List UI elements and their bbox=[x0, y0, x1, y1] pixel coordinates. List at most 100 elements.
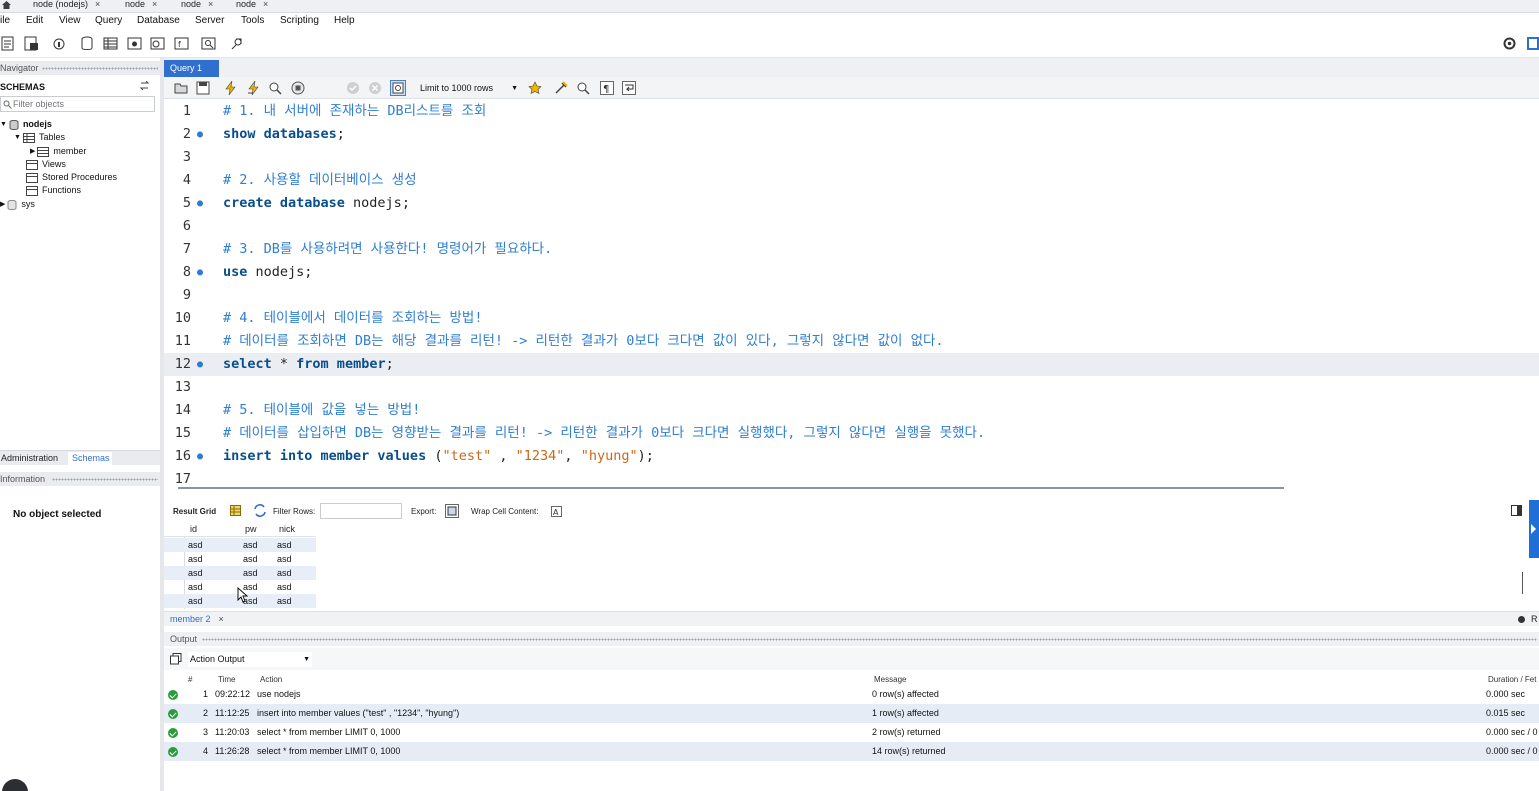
table-row[interactable]: asd asd asd bbox=[164, 566, 316, 580]
code-line[interactable]: 14 # 5. 테이블에 값을 넣는 방법! bbox=[164, 399, 1539, 422]
stop-icon[interactable] bbox=[291, 81, 305, 95]
filter-objects-field[interactable] bbox=[0, 96, 155, 112]
close-icon[interactable]: × bbox=[219, 614, 224, 624]
bookmark-icon[interactable] bbox=[528, 81, 542, 95]
output-row[interactable]: 4 11:26:28 select * from member LIMIT 0, 1… bbox=[164, 742, 1539, 761]
grid-column-header[interactable]: id bbox=[190, 521, 197, 537]
tree-schema-nodejs[interactable]: ▼ nodejs bbox=[0, 118, 52, 131]
tree-table-member[interactable]: ▶ member bbox=[30, 145, 86, 158]
menu-tools[interactable]: Tools bbox=[241, 15, 264, 26]
connection-tab[interactable]: node × bbox=[181, 0, 213, 13]
grid-column-header[interactable]: nick bbox=[279, 521, 295, 537]
limit-rows-select[interactable]: Limit to 1000 rows ▼ bbox=[418, 81, 521, 96]
view-icon[interactable] bbox=[127, 36, 142, 51]
code-line[interactable]: 11 # 데이터를 조회하면 DB는 해당 결과를 리턴! -> 리턴한 결과가 … bbox=[164, 330, 1539, 353]
grid-cell[interactable]: asd bbox=[277, 552, 292, 566]
grid-cell[interactable]: asd bbox=[243, 538, 258, 552]
menu-help[interactable]: Help bbox=[334, 15, 355, 26]
open-file-icon[interactable] bbox=[174, 81, 188, 95]
result-panel-toggle-icon[interactable] bbox=[1511, 505, 1522, 516]
schema-icon[interactable] bbox=[80, 36, 95, 51]
code-line[interactable]: 3 bbox=[164, 146, 1539, 169]
grid-cell[interactable]: asd bbox=[188, 594, 203, 608]
code-line[interactable]: 1 # 1. 내 서버에 존재하는 DB리스트를 조회 bbox=[164, 100, 1539, 123]
grid-cell[interactable]: asd bbox=[243, 566, 258, 580]
result-vertical-scrollbar[interactable] bbox=[1515, 520, 1525, 608]
new-query-icon[interactable] bbox=[1, 36, 16, 51]
connection-tab[interactable]: node (nodejs) × bbox=[33, 0, 100, 13]
menu-edit[interactable]: Edit bbox=[26, 15, 43, 26]
tree-stored-procedures[interactable]: Stored Procedures bbox=[26, 171, 117, 184]
invisible-chars-icon[interactable]: ¶ bbox=[600, 81, 614, 95]
grid-cell[interactable]: asd bbox=[277, 580, 292, 594]
tab-query-1[interactable]: Query 1 bbox=[164, 60, 219, 77]
close-icon[interactable]: × bbox=[208, 0, 213, 9]
output-row[interactable]: 2 11:12:25 insert into member values ("tes… bbox=[164, 704, 1539, 723]
code-line[interactable]: 13 bbox=[164, 376, 1539, 399]
wrap-icon[interactable] bbox=[622, 81, 636, 95]
tab-schemas[interactable]: Schemas bbox=[68, 452, 112, 465]
code-line[interactable]: 15 # 데이터를 삽입하면 DB는 영향받는 결과를 리턴! -> 리턴한 결과… bbox=[164, 422, 1539, 445]
table-row[interactable]: asd asd asd bbox=[164, 552, 316, 566]
expand-icon[interactable]: ▶ bbox=[0, 198, 5, 211]
refresh-rows-icon[interactable] bbox=[253, 504, 267, 517]
menu-server[interactable]: Server bbox=[195, 15, 224, 26]
code-line[interactable]: 16 ● insert into member values ("test" , "… bbox=[164, 445, 1539, 468]
sql-editor[interactable]: 1 # 1. 내 서버에 존재하는 DB리스트를 조회 2 ● show databas… bbox=[164, 100, 1539, 484]
inspector-icon[interactable] bbox=[52, 36, 67, 51]
grid-view-icon[interactable] bbox=[230, 505, 241, 516]
settings-icon[interactable] bbox=[1502, 36, 1517, 51]
code-line[interactable]: 17 bbox=[164, 468, 1539, 484]
tree-schema-sys[interactable]: ▶ sys bbox=[0, 198, 35, 211]
editor-horizontal-scrollbar[interactable] bbox=[178, 487, 1284, 489]
pin-icon[interactable] bbox=[1517, 615, 1526, 624]
tree-functions[interactable]: Functions bbox=[26, 184, 81, 197]
filter-objects-input[interactable] bbox=[13, 98, 151, 110]
panel-toggle-icon[interactable] bbox=[1527, 37, 1539, 50]
home-icon[interactable] bbox=[2, 1, 11, 9]
menu-view[interactable]: View bbox=[59, 15, 81, 26]
table-icon[interactable] bbox=[103, 36, 118, 51]
filter-rows-input[interactable] bbox=[320, 503, 402, 519]
procedure-icon[interactable] bbox=[150, 36, 165, 51]
reconnect-icon[interactable] bbox=[229, 36, 244, 51]
close-icon[interactable]: × bbox=[263, 0, 268, 9]
grid-cell[interactable]: asd bbox=[188, 566, 203, 580]
code-line[interactable]: 7 # 3. DB를 사용하려면 사용한다! 명령어가 필요하다. bbox=[164, 238, 1539, 261]
code-line[interactable]: 8 ● use nodejs; bbox=[164, 261, 1539, 284]
menu-query[interactable]: Query bbox=[95, 15, 122, 26]
code-line[interactable]: 2 ● show databases; bbox=[164, 123, 1539, 146]
commit-icon[interactable] bbox=[346, 81, 360, 95]
expand-icon[interactable]: ▶ bbox=[30, 145, 35, 158]
open-sql-icon[interactable] bbox=[24, 36, 39, 51]
refresh-schemas-icon[interactable] bbox=[139, 81, 150, 90]
connection-tab[interactable]: node × bbox=[125, 0, 157, 13]
output-row[interactable]: 3 11:20:03 select * from member LIMIT 0, 1… bbox=[164, 723, 1539, 742]
wrap-cell-icon[interactable]: A bbox=[551, 506, 562, 517]
search-table-icon[interactable] bbox=[201, 36, 216, 51]
find-icon[interactable] bbox=[576, 81, 590, 95]
table-row[interactable]: asd asd asd bbox=[164, 538, 316, 552]
export-icon[interactable] bbox=[445, 504, 459, 518]
menu-database[interactable]: Database bbox=[137, 15, 180, 26]
grid-cell[interactable]: asd bbox=[188, 538, 203, 552]
code-line[interactable]: 5 ● create database nodejs; bbox=[164, 192, 1539, 215]
grid-cell[interactable]: asd bbox=[277, 538, 292, 552]
code-line[interactable]: 9 bbox=[164, 284, 1539, 307]
code-line[interactable]: 6 bbox=[164, 215, 1539, 238]
code-line[interactable]: 12 ● select * from member; bbox=[164, 353, 1539, 376]
grid-cell[interactable]: asd bbox=[243, 552, 258, 566]
grid-cell[interactable]: asd bbox=[277, 566, 292, 580]
scroll-thumb[interactable] bbox=[1522, 572, 1523, 594]
tree-views[interactable]: Views bbox=[26, 158, 66, 171]
autocommit-icon[interactable] bbox=[390, 80, 406, 96]
explain-icon[interactable] bbox=[268, 81, 282, 95]
code-line[interactable]: 4 # 2. 사용할 데이터베이스 생성 bbox=[164, 169, 1539, 192]
tab-member-2[interactable]: member 2 × bbox=[170, 614, 224, 624]
side-panel-tab[interactable] bbox=[1529, 500, 1539, 558]
close-icon[interactable]: × bbox=[152, 0, 157, 9]
grid-cell[interactable]: asd bbox=[188, 552, 203, 566]
copy-output-icon[interactable] bbox=[170, 653, 182, 665]
collapse-icon[interactable]: ▼ bbox=[14, 131, 21, 144]
close-icon[interactable]: × bbox=[95, 0, 100, 9]
